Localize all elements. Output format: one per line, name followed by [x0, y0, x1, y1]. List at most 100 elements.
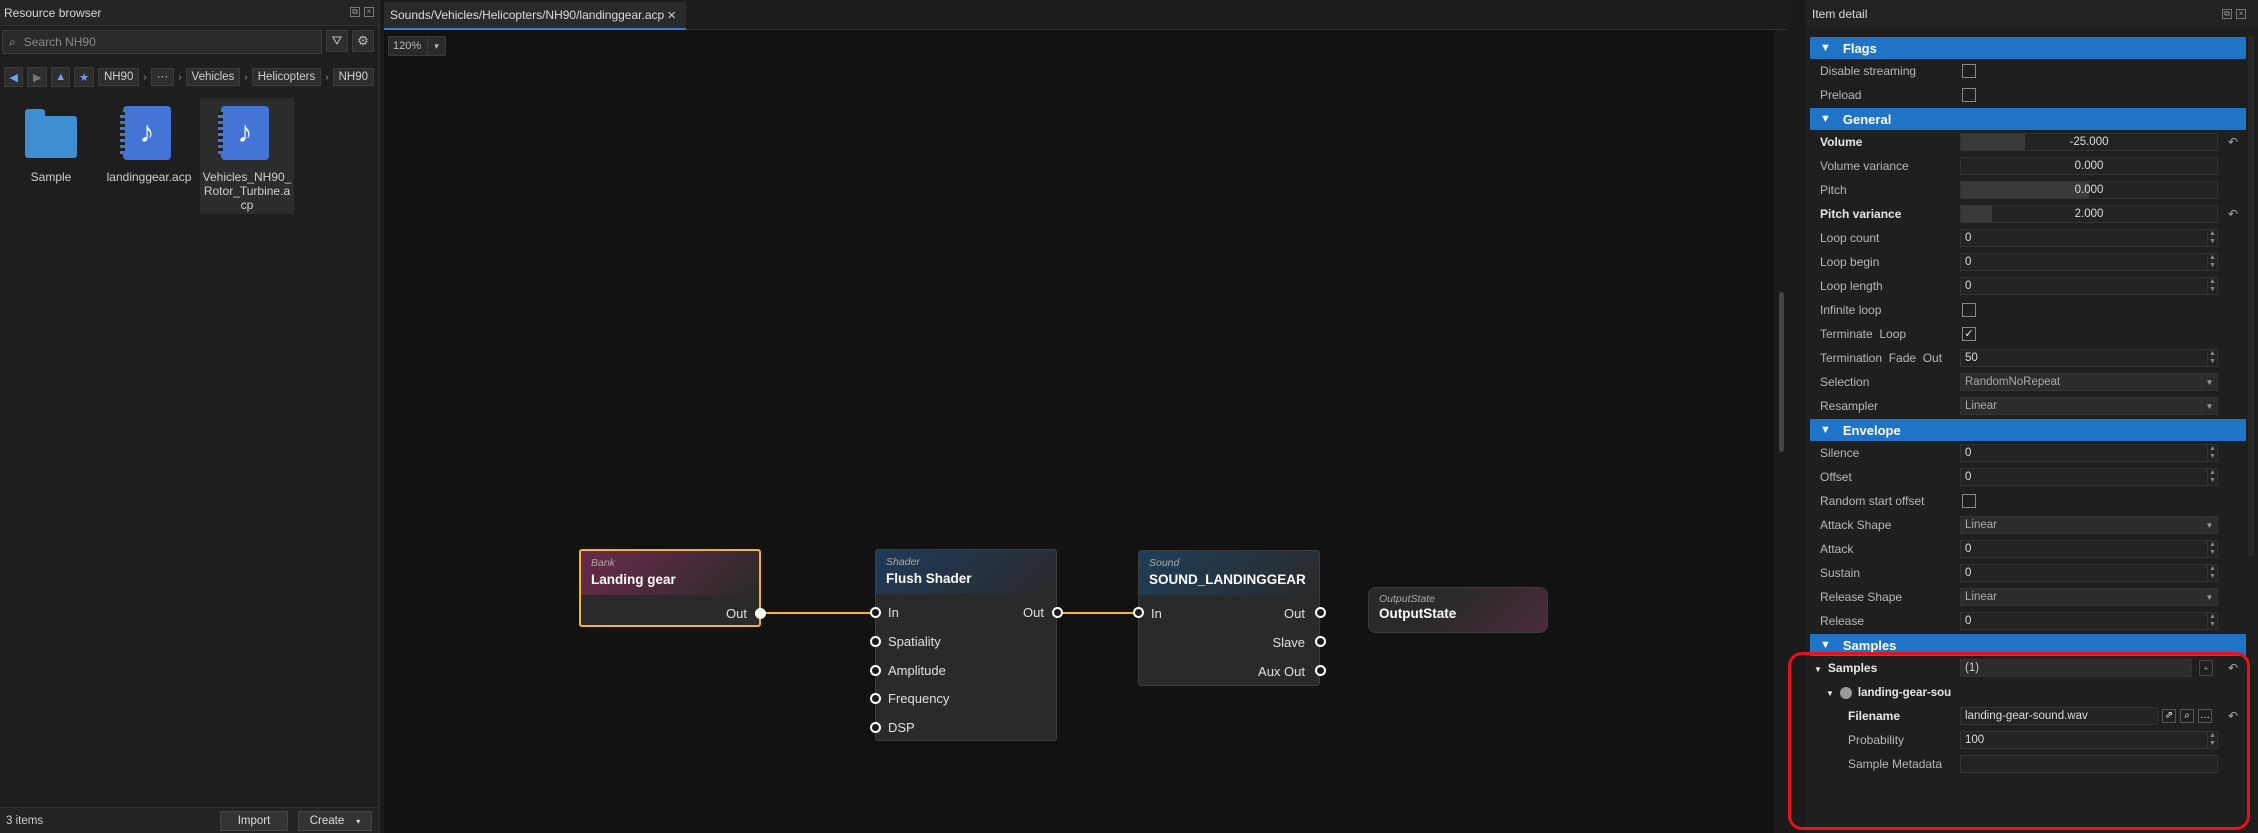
terminate-loop-checkbox[interactable]: ✓: [1962, 327, 1976, 341]
input-pin-in[interactable]: [870, 607, 881, 618]
loop-count-field[interactable]: 0 ▲ ▼: [1960, 229, 2218, 247]
output-pin[interactable]: [1052, 607, 1063, 618]
vertical-scrollbar[interactable]: [1774, 30, 1788, 833]
breadcrumb-ellipsis[interactable]: ···: [150, 68, 175, 86]
silence-label: Silence: [1820, 446, 1860, 460]
file-item-rotor-turbine[interactable]: ♪ Vehicles_NH90_ Rotor_Turbine.a cp: [200, 98, 294, 214]
forward-button[interactable]: ▶: [27, 67, 47, 87]
spinner-icon[interactable]: ▲ ▼: [2207, 230, 2217, 246]
breadcrumb-nh90-root[interactable]: NH90: [97, 68, 140, 86]
resource-browser-panel: Resource browser ⧉ × ⌕ Search NH90 ⛛ ⚙ ◀ ▶…: [0, 0, 380, 833]
offset-field[interactable]: 0 ▲ ▼: [1960, 468, 2218, 486]
folder-icon: [25, 109, 77, 158]
chevron-right-icon: ›: [143, 71, 147, 83]
input-pin-frequency[interactable]: [870, 693, 881, 704]
reset-icon[interactable]: ↶: [2228, 207, 2238, 221]
loop-begin-value: 0: [1965, 256, 1972, 268]
section-general[interactable]: ▼ General: [1810, 108, 2246, 130]
import-button[interactable]: Import: [220, 811, 288, 831]
node-type: Sound: [1149, 557, 1180, 569]
breadcrumb-helicopters[interactable]: Helicopters: [251, 68, 322, 86]
breadcrumb-nh90[interactable]: NH90: [332, 68, 374, 86]
port-slave: Slave: [1272, 635, 1305, 650]
pitch-variance-slider[interactable]: 2.000: [1960, 205, 2218, 223]
output-pin-slave[interactable]: [1315, 636, 1326, 647]
offset-label: Offset: [1820, 470, 1852, 484]
back-icon: ◀: [9, 71, 18, 84]
file-item-sample[interactable]: Sample: [4, 98, 98, 214]
pitch-slider[interactable]: 0.000: [1960, 181, 2218, 199]
attack-shape-dropdown[interactable]: Linear ▼: [1960, 516, 2218, 534]
float-icon[interactable]: ⧉: [350, 7, 360, 17]
shader-node[interactable]: Shader Flush Shader In Out Spatiality Am…: [870, 549, 1063, 741]
preload-checkbox[interactable]: [1962, 88, 1976, 102]
vertical-scrollbar[interactable]: [2248, 36, 2254, 556]
file-name: Vehicles_NH90_ Rotor_Turbine.a cp: [202, 170, 292, 212]
infinite-loop-checkbox[interactable]: [1962, 303, 1976, 317]
termination-fade-out-label: Termination Fade Out: [1820, 351, 1943, 365]
termination-fade-out-value: 50: [1965, 352, 1978, 364]
sustain-field[interactable]: 0 ▲ ▼: [1960, 564, 2218, 582]
search-icon: ⌕: [9, 34, 16, 49]
spinner-icon[interactable]: ▲ ▼: [2207, 445, 2217, 461]
node-title: Landing gear: [591, 572, 676, 587]
spinner-icon[interactable]: ▲ ▼: [2207, 254, 2217, 270]
loop-length-field[interactable]: 0 ▲ ▼: [1960, 277, 2218, 295]
create-button[interactable]: Create ▾: [298, 811, 372, 831]
back-button[interactable]: ◀: [4, 67, 24, 87]
reset-icon[interactable]: ↶: [2228, 135, 2238, 149]
search-input[interactable]: ⌕ Search NH90: [2, 30, 322, 54]
filter-button[interactable]: ⛛: [326, 30, 348, 52]
spinner-icon[interactable]: ▲ ▼: [2207, 565, 2217, 581]
section-flags[interactable]: ▼ Flags: [1810, 37, 2246, 59]
release-shape-dropdown[interactable]: Linear ▼: [1960, 588, 2218, 606]
close-icon[interactable]: ×: [364, 7, 374, 17]
output-pin-aux[interactable]: [1315, 665, 1326, 676]
silence-value: 0: [1965, 447, 1972, 459]
input-pin-amplitude[interactable]: [870, 665, 881, 676]
attack-field[interactable]: 0 ▲ ▼: [1960, 540, 2218, 558]
spinner-icon[interactable]: ▲ ▼: [2207, 541, 2217, 557]
selection-dropdown[interactable]: RandomNoRepeat ▼: [1960, 373, 2218, 391]
spinner-icon[interactable]: ▲ ▼: [2207, 278, 2217, 294]
loop-length-label: Loop length: [1820, 279, 1883, 293]
spinner-icon[interactable]: ▲ ▼: [2207, 613, 2217, 629]
settings-button[interactable]: ⚙: [352, 30, 374, 52]
selection-value: RandomNoRepeat: [1965, 376, 2061, 388]
random-start-offset-checkbox[interactable]: [1962, 494, 1976, 508]
release-value: 0: [1965, 615, 1972, 627]
release-field[interactable]: 0 ▲ ▼: [1960, 612, 2218, 630]
sustain-value: 0: [1965, 567, 1972, 579]
up-button[interactable]: ▲: [50, 67, 71, 87]
status-bar: 3 items Import Create ▾: [0, 807, 378, 833]
file-name: landinggear.acp: [106, 170, 192, 184]
resampler-dropdown[interactable]: Linear ▼: [1960, 397, 2218, 415]
sound-node[interactable]: Sound SOUND_LANDINGGEAR In Out Slave Aux…: [1133, 550, 1326, 686]
loop-begin-field[interactable]: 0 ▲ ▼: [1960, 253, 2218, 271]
output-state-node[interactable]: OutputState OutputState: [1368, 587, 1548, 633]
silence-field[interactable]: 0 ▲ ▼: [1960, 444, 2218, 462]
input-pin-in[interactable]: [1133, 607, 1144, 618]
breadcrumb-vehicles[interactable]: Vehicles: [185, 68, 241, 86]
input-pin-spatiality[interactable]: [870, 636, 881, 647]
bank-node[interactable]: Bank Landing gear Out: [579, 549, 766, 627]
volume-slider[interactable]: -25.000: [1960, 133, 2218, 151]
input-pin-dsp[interactable]: [870, 722, 881, 733]
star-icon: ★: [79, 71, 90, 84]
file-grid: Sample ♪ landinggear.acp ♪ Vehicles_NH90…: [4, 98, 294, 214]
float-icon[interactable]: ⧉: [2222, 9, 2232, 19]
favorite-button[interactable]: ★: [74, 67, 94, 87]
section-envelope[interactable]: ▼ Envelope: [1810, 419, 2246, 441]
node-title: SOUND_LANDINGGEAR: [1149, 572, 1306, 587]
scroll-thumb[interactable]: [1779, 292, 1784, 452]
file-item-landinggear[interactable]: ♪ landinggear.acp: [102, 98, 196, 214]
spinner-icon[interactable]: ▲ ▼: [2207, 350, 2217, 366]
chevron-down-icon: ▼: [2201, 517, 2217, 533]
spinner-icon[interactable]: ▲ ▼: [2207, 469, 2217, 485]
output-pin[interactable]: [755, 608, 766, 619]
termination-fade-out-field[interactable]: 50 ▲ ▼: [1960, 349, 2218, 367]
output-pin-out[interactable]: [1315, 607, 1326, 618]
close-icon[interactable]: ×: [2236, 9, 2246, 19]
volume-variance-slider[interactable]: 0.000: [1960, 157, 2218, 175]
disable-streaming-checkbox[interactable]: [1962, 64, 1976, 78]
